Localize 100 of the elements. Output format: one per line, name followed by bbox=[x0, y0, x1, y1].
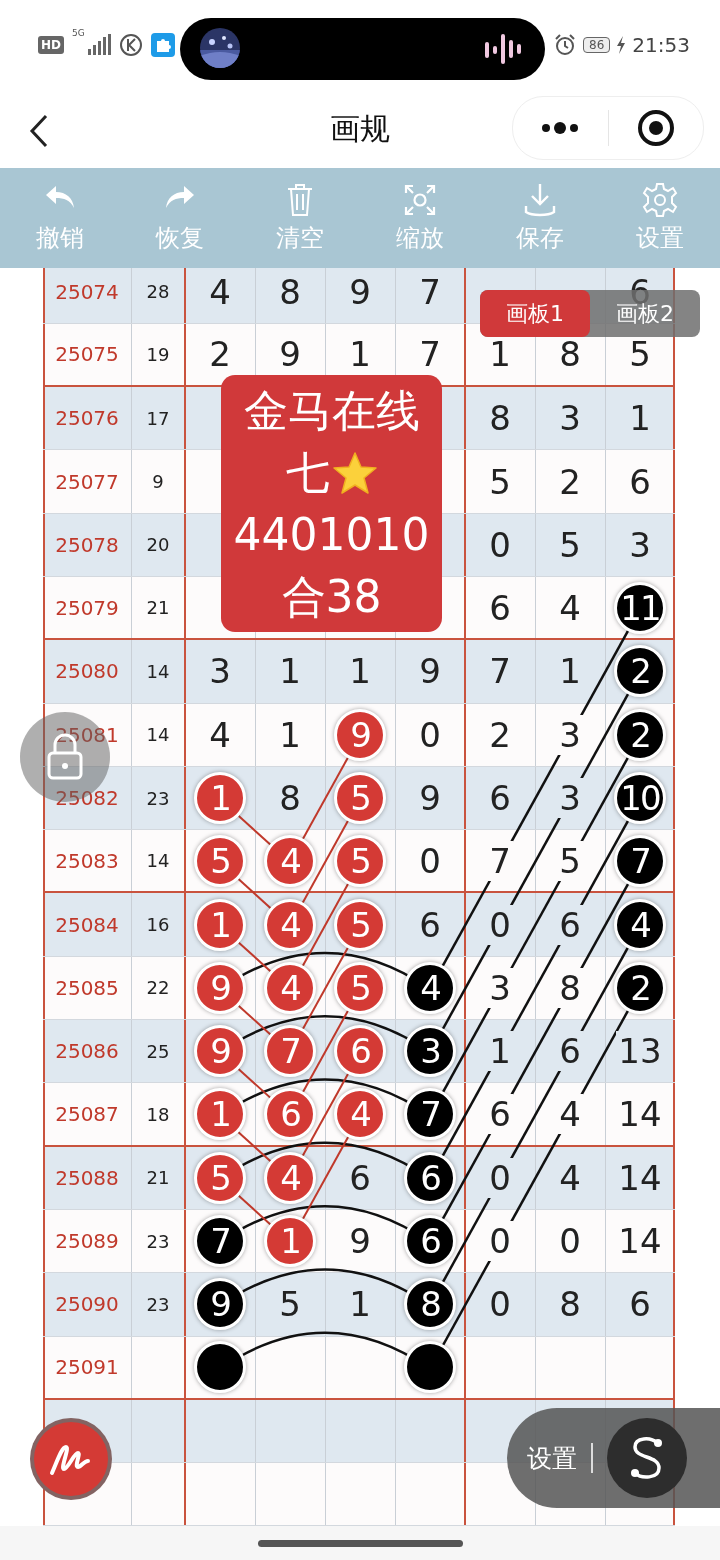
number-ball: 5 bbox=[334, 898, 386, 951]
digit-cell: 5 bbox=[557, 840, 583, 881]
period-number: 25077 bbox=[55, 469, 119, 494]
period-number: 25091 bbox=[55, 1355, 119, 1380]
sum-value: 25 bbox=[146, 1040, 170, 1062]
period-number: 25080 bbox=[55, 659, 119, 684]
digit-cell: 0 bbox=[487, 1157, 513, 1198]
redo-tool-button[interactable]: 恢复 bbox=[120, 168, 240, 268]
number-ball: 3 bbox=[404, 1025, 456, 1078]
digit-cell: 4 bbox=[557, 1094, 583, 1134]
clock-time: 21:53 bbox=[632, 33, 690, 57]
number-ball: 2 bbox=[614, 645, 666, 698]
sum-value: 20 bbox=[146, 534, 170, 556]
number-ball: 7 bbox=[404, 1088, 456, 1140]
zoom-tool-button[interactable]: 缩放 bbox=[360, 168, 480, 268]
number-ball: 4 bbox=[264, 898, 316, 951]
number-ball: 9 bbox=[194, 961, 246, 1014]
undo-tool-button[interactable]: 撤销 bbox=[0, 168, 120, 268]
number-ball: 7 bbox=[194, 1215, 246, 1268]
period-number: 25088 bbox=[55, 1165, 119, 1190]
digit-cell: 8 bbox=[557, 967, 583, 1008]
period-number: 25075 bbox=[55, 342, 119, 367]
period-number: 25090 bbox=[55, 1292, 119, 1317]
period-number: 25076 bbox=[55, 406, 119, 431]
period-number: 25087 bbox=[55, 1102, 119, 1126]
network-type: 5G bbox=[72, 28, 85, 38]
k-circle-icon bbox=[118, 33, 143, 57]
number-ball: 4 bbox=[264, 961, 316, 1014]
digit-cell: 6 bbox=[557, 904, 583, 945]
charging-icon bbox=[616, 36, 627, 54]
number-ball: 1 bbox=[194, 898, 246, 951]
sum-value: 22 bbox=[146, 977, 170, 999]
period-number: 25085 bbox=[55, 975, 119, 1000]
number-ball: 5 bbox=[334, 772, 386, 824]
digit-cell: 7 bbox=[487, 840, 513, 881]
period-number: 25083 bbox=[55, 848, 119, 873]
digit-cell: 1 bbox=[487, 1031, 513, 1072]
sum-value: 17 bbox=[146, 407, 170, 429]
back-icon[interactable] bbox=[28, 114, 50, 148]
period-number: 25086 bbox=[55, 1039, 119, 1064]
card-text: 4401010 bbox=[233, 507, 430, 562]
sum-value: 28 bbox=[146, 281, 170, 303]
number-ball: 4 bbox=[264, 834, 316, 887]
save-tool-button[interactable]: 保存 bbox=[480, 168, 600, 268]
number-ball: 9 bbox=[194, 1025, 246, 1078]
card-text: 七 bbox=[285, 445, 330, 500]
settings-icon bbox=[642, 182, 678, 218]
number-ball: 9 bbox=[334, 708, 386, 761]
number-ball: 5 bbox=[194, 1151, 246, 1204]
sound-wave-icon bbox=[483, 34, 523, 64]
hd-badge: HD bbox=[38, 36, 64, 54]
sum-value: 23 bbox=[146, 1293, 170, 1315]
battery-indicator: 86 bbox=[583, 37, 611, 53]
home-indicator[interactable] bbox=[257, 1539, 463, 1547]
clear-tool-button[interactable]: 清空 bbox=[240, 168, 360, 268]
card-text: 金马在线 bbox=[243, 383, 420, 438]
sum-value: 16 bbox=[146, 914, 170, 936]
sum-value: 23 bbox=[146, 787, 170, 809]
zoom-icon bbox=[402, 182, 438, 218]
number-ball: 9 bbox=[194, 1278, 246, 1331]
period-number: 25089 bbox=[55, 1229, 119, 1254]
number-ball: 6 bbox=[404, 1151, 456, 1204]
digit-cell: 6 bbox=[557, 1031, 583, 1072]
number-ball: 2 bbox=[614, 961, 666, 1014]
number-ball: 4 bbox=[334, 1088, 386, 1140]
signal-icon bbox=[86, 34, 111, 56]
sum-value: 23 bbox=[146, 1230, 170, 1252]
digit-cell: 0 bbox=[487, 1221, 513, 1262]
card-text: 合38 bbox=[281, 569, 382, 624]
sum-value: 9 bbox=[152, 471, 164, 493]
number-ball: 1 bbox=[264, 1215, 316, 1268]
number-ball: 8 bbox=[404, 1278, 456, 1331]
settings-tool-button[interactable]: 设置 bbox=[600, 168, 720, 268]
save-icon bbox=[522, 182, 558, 218]
period-number: 25084 bbox=[55, 912, 119, 937]
number-ball: 7 bbox=[264, 1025, 316, 1078]
period-number: 25074 bbox=[55, 279, 119, 304]
number-ball: 5 bbox=[334, 961, 386, 1014]
number-ball: 4 bbox=[614, 898, 666, 951]
digit-cell: 0 bbox=[487, 904, 513, 945]
page-title: 画规 bbox=[330, 109, 390, 148]
period-number: 25078 bbox=[55, 532, 119, 557]
number-ball: 6 bbox=[334, 1025, 386, 1078]
sum-value: 21 bbox=[146, 1167, 170, 1189]
target-icon bbox=[636, 109, 675, 147]
settings-button[interactable]: 设置 bbox=[527, 1441, 577, 1475]
number-ball: 4 bbox=[404, 961, 456, 1014]
period-number: 25082 bbox=[55, 786, 119, 810]
number-ball: 10 bbox=[614, 772, 666, 824]
sum-value: 14 bbox=[146, 724, 170, 746]
number-ball: 7 bbox=[614, 834, 666, 887]
sum-value: 14 bbox=[146, 660, 170, 682]
puzzle-icon bbox=[150, 33, 175, 57]
board-tab[interactable]: 画板1 bbox=[480, 290, 590, 337]
number-ball: 6 bbox=[264, 1088, 316, 1140]
number-ball: 11 bbox=[614, 581, 666, 634]
sum-value: 19 bbox=[146, 343, 170, 365]
number-ball: 2 bbox=[614, 708, 666, 761]
sum-value: 21 bbox=[146, 597, 170, 619]
period-number: 25079 bbox=[55, 595, 119, 620]
